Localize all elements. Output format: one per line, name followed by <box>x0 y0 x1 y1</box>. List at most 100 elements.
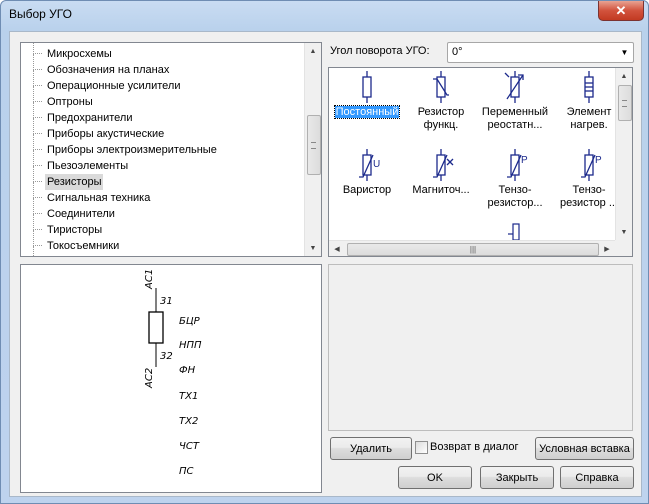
tree-item-label: Приборы акустические <box>47 128 165 140</box>
tree-connector <box>33 118 42 142</box>
attr-label: ПС <box>179 466 194 477</box>
ok-button[interactable]: OK <box>398 466 472 489</box>
tree-item-label: Токосъемники <box>47 240 120 252</box>
rotation-value: 0° <box>452 46 463 58</box>
gallery-item-caption: Постоянный <box>331 105 403 119</box>
gallery-item[interactable]: Резистор функц. <box>405 71 477 149</box>
symbol-preview: АС1 31 32 АС2 БЦР НПП ФН ТХ1 ТХ2 ЧСТ ПС <box>20 264 322 493</box>
pin-num1-label: 31 <box>160 296 173 307</box>
gallery-item[interactable]: Переменный реостатн... <box>479 71 551 149</box>
caption-text: Магниточ... <box>412 184 470 196</box>
attr-label: ФН <box>179 365 196 376</box>
tree-connector <box>33 86 42 110</box>
close-window-button[interactable]: ✕ <box>598 1 644 21</box>
svg-text:U: U <box>373 159 380 170</box>
caption-text: Элемент нагрев. <box>566 106 612 131</box>
svg-text:P: P <box>521 155 528 166</box>
tree-connector <box>33 134 42 158</box>
tree-connector <box>33 230 42 254</box>
close-button[interactable]: Закрыть <box>480 466 554 489</box>
properties-box <box>328 264 633 431</box>
tree-item-label: Оптроны <box>47 96 93 108</box>
gallery-item[interactable]: P Тензо- резистор... <box>479 149 551 227</box>
preview-canvas: АС1 31 32 АС2 БЦР НПП ФН ТХ1 ТХ2 ЧСТ ПС <box>144 269 202 477</box>
gallery-item-caption: Резистор функц. <box>405 106 477 132</box>
resistor-symbol <box>148 311 164 344</box>
tree-connector <box>33 70 42 94</box>
svg-text:P: P <box>595 155 602 166</box>
caption-text: Тензо- резистор... <box>487 184 543 209</box>
close-icon: ✕ <box>615 2 627 18</box>
gallery-hscroll-thumb[interactable]: ||| <box>347 243 599 256</box>
tree-scrollbar[interactable]: ▲ ▼ <box>304 43 321 256</box>
tree-connector <box>33 246 42 256</box>
chevron-down-icon[interactable]: ▼ <box>616 43 633 62</box>
attr-label: БЦР <box>179 316 201 327</box>
scroll-down-icon[interactable]: ▼ <box>305 240 321 256</box>
tree-item-label: Обозначения на планах <box>47 64 170 76</box>
window-title: Выбор УГО <box>9 7 72 21</box>
gallery-item-caption: Магниточ... <box>405 184 477 197</box>
help-button[interactable]: Справка <box>560 466 634 489</box>
tree-item-label: Приборы электроизмерительные <box>47 144 217 156</box>
tree-item-label: Предохранители <box>47 112 133 124</box>
return-to-dialog-label: Возврат в диалог <box>430 441 519 453</box>
tree-connector <box>33 182 42 206</box>
scroll-down-icon[interactable]: ▼ <box>616 224 632 240</box>
tree-connector <box>33 198 42 222</box>
category-tree: Микросхемы Обозначения на планах Операцион… <box>20 42 322 257</box>
tree-item-label: Тиристоры <box>47 224 103 236</box>
tree-item-label: Микросхемы <box>47 48 112 60</box>
gallery-item[interactable]: U Варистор <box>331 149 403 227</box>
thumb-grip: ||| <box>469 245 477 254</box>
caption-text: Резистор функц. <box>417 106 465 131</box>
tree-connector <box>33 43 42 62</box>
scroll-corner <box>615 240 632 256</box>
tree-connector <box>33 102 42 126</box>
gallery-item-caption: Тензо- резистор... <box>479 184 551 210</box>
strain-gauge-icon: P <box>507 149 528 181</box>
delete-button[interactable]: Удалить <box>330 437 412 460</box>
caption-text: Переменный реостатн... <box>481 106 549 131</box>
return-to-dialog-checkbox[interactable] <box>415 441 428 454</box>
tree-connector <box>33 150 42 174</box>
magnetoresistor-icon <box>433 149 454 181</box>
symbol-gallery: Постоянный Резистор функц. Переменный реос… <box>328 67 633 257</box>
tree-connector <box>33 166 42 190</box>
scroll-right-icon[interactable]: ▶ <box>599 241 615 256</box>
gallery-item[interactable]: Магниточ... <box>405 149 477 227</box>
attr-label: НПП <box>179 340 202 351</box>
tree-item-label: Резисторы <box>45 174 104 190</box>
gallery-vscroll-thumb[interactable] <box>618 85 632 121</box>
scroll-up-icon[interactable]: ▲ <box>616 68 632 84</box>
dialog-window: Выбор УГО ✕ Микросхемы Обозначения на пла… <box>0 0 649 504</box>
conditional-insert-button[interactable]: Условная вставка <box>535 437 634 460</box>
tree-item-label: Соединители <box>47 208 115 220</box>
scroll-up-icon[interactable]: ▲ <box>305 43 321 59</box>
gallery-vscrollbar[interactable]: ▲ ▼ <box>615 68 632 240</box>
caption-text: Тензо- резистор ... <box>559 184 619 209</box>
gallery-item-caption: Варистор <box>331 184 403 197</box>
tree-connector <box>33 54 42 78</box>
gallery-item[interactable]: Постоянный <box>331 71 403 149</box>
resistor-partial-icon[interactable] <box>507 220 527 240</box>
gallery-item-caption: Переменный реостатн... <box>479 106 551 132</box>
tree-item-label: Т... <box>45 254 64 256</box>
dialog-client: Микросхемы Обозначения на планах Операцион… <box>9 31 642 497</box>
pin-top-label: АС1 <box>144 269 155 290</box>
tree-item-label: Сигнальная техника <box>47 192 151 204</box>
tree-scroll-thumb[interactable] <box>307 115 321 175</box>
attr-label: ЧСТ <box>179 441 200 452</box>
strain-gauge-2-icon: P <box>581 149 602 181</box>
pin-num2-label: 32 <box>160 351 173 362</box>
tree-item-label: Пьезоэлементы <box>47 160 129 172</box>
resistor-fixed-icon <box>362 71 372 103</box>
gallery-hscrollbar[interactable]: ◀ ||| ▶ <box>329 240 615 256</box>
title-bar[interactable]: Выбор УГО ✕ <box>1 1 648 29</box>
attr-label: ТХ1 <box>179 391 198 402</box>
caption-text: Постоянный <box>333 105 401 119</box>
attr-label: ТХ2 <box>179 416 198 427</box>
scroll-left-icon[interactable]: ◀ <box>329 241 345 256</box>
pin-bottom-label: АС2 <box>144 368 155 389</box>
rotation-select[interactable]: 0° ▼ <box>447 42 634 63</box>
